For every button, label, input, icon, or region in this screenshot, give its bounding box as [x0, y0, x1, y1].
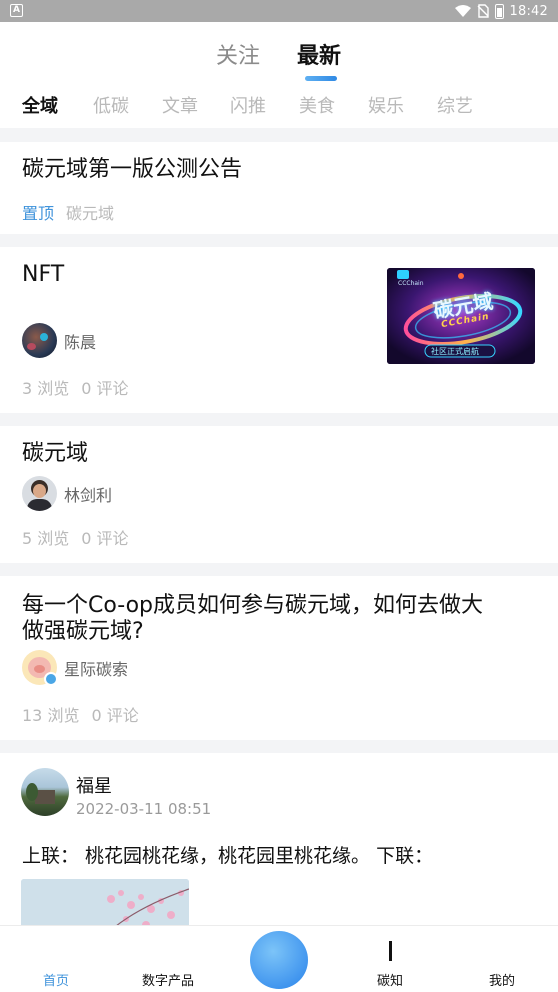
nav-carbon-knowledge[interactable]: 碳知	[377, 970, 403, 989]
category-tab-flash[interactable]: 闪推	[230, 92, 266, 118]
post-title-line-1[interactable]: 每一个Co-op成员如何参与碳元域，如何去做大	[22, 592, 483, 620]
no-sim-icon	[477, 4, 489, 18]
thumbnail-badge: 社区正式启航	[431, 347, 479, 356]
category-tab-variety[interactable]: 综艺	[437, 92, 473, 118]
avatar[interactable]	[22, 476, 57, 511]
avatar[interactable]	[21, 768, 69, 816]
text-cursor-icon	[389, 941, 392, 961]
app-notification-icon: A	[10, 4, 23, 17]
feed-item-fuxing[interactable]: 福星 2022-03-11 08:51 上联： 桃花园桃花缘，桃花园里桃花缘。 …	[0, 753, 558, 939]
author-name: 星际碳索	[64, 659, 129, 679]
post-source: 碳元域	[66, 204, 115, 223]
post-author[interactable]: 陈晨	[22, 323, 96, 358]
post-thumbnail[interactable]: CCChain 碳元域 CCChain 社区正式启航	[387, 268, 535, 364]
wifi-icon	[454, 5, 471, 17]
status-bar: A 18:42	[0, 0, 558, 22]
status-time: 18:42	[509, 3, 548, 19]
comment-count: 0 评论	[81, 529, 129, 548]
publish-button[interactable]	[250, 931, 308, 989]
category-tab-all[interactable]: 全域	[22, 92, 58, 118]
post-title[interactable]: NFT	[22, 261, 64, 289]
post-stats: 5 浏览 0 评论	[22, 525, 129, 549]
thumbnail-caption: CCChain	[398, 280, 424, 287]
view-count: 5 浏览	[22, 529, 70, 548]
category-tabs: 全域 低碳 文章 闪推 美食 娱乐 综艺	[0, 92, 558, 118]
feed-item-announcement[interactable]: 碳元域第一版公测公告 置顶 碳元域	[0, 142, 558, 234]
avatar[interactable]	[22, 650, 58, 686]
nav-me[interactable]: 我的	[489, 970, 515, 989]
pinned-badge: 置顶	[22, 204, 55, 223]
bottom-nav: 首页 数字产品 碳知 我的	[0, 925, 558, 992]
active-tab-indicator	[305, 76, 337, 81]
tab-follow[interactable]: 关注	[216, 38, 260, 70]
post-title-line-2[interactable]: 做强碳元域?	[22, 618, 144, 646]
post-title[interactable]: 碳元域	[22, 440, 88, 468]
feed-item-domain[interactable]: 碳元域 林剑利 5 浏览 0 评论	[0, 426, 558, 563]
category-tab-food[interactable]: 美食	[299, 92, 335, 118]
avatar[interactable]	[22, 323, 57, 358]
post-stats: 13 浏览 0 评论	[22, 702, 139, 726]
view-count: 13 浏览	[22, 706, 80, 725]
nav-home[interactable]: 首页	[43, 970, 69, 989]
comment-count: 0 评论	[91, 706, 139, 725]
category-tab-entertainment[interactable]: 娱乐	[368, 92, 404, 118]
post-text[interactable]: 上联： 桃花园桃花缘，桃花园里桃花缘。 下联：	[22, 841, 433, 868]
system-icons: 18:42	[454, 2, 548, 20]
feed-item-nft[interactable]: NFT 陈晨 3 浏览 0 评论 CCChain 碳元域 CCChain 社区正…	[0, 247, 558, 413]
post-author[interactable]: 林剑利	[22, 476, 112, 511]
author-name: 陈晨	[64, 332, 97, 352]
category-tab-low-carbon[interactable]: 低碳	[93, 92, 129, 118]
nav-digital-products[interactable]: 数字产品	[142, 970, 194, 989]
author-name[interactable]: 福星	[76, 772, 112, 798]
view-count: 3 浏览	[22, 379, 70, 398]
post-timestamp: 2022-03-11 08:51	[76, 800, 212, 818]
category-tab-articles[interactable]: 文章	[162, 92, 198, 118]
comment-count: 0 评论	[81, 379, 129, 398]
feed-header: 关注 最新 全域 低碳 文章 闪推 美食 娱乐 综艺	[0, 22, 558, 128]
post-title[interactable]: 碳元域第一版公测公告	[22, 156, 242, 184]
battery-icon	[494, 3, 504, 19]
author-name: 林剑利	[64, 485, 113, 505]
post-meta: 置顶 碳元域	[22, 200, 114, 224]
feed-item-coop[interactable]: 每一个Co-op成员如何参与碳元域，如何去做大 做强碳元域? 星际碳索 13 浏…	[0, 576, 558, 740]
tab-latest[interactable]: 最新	[297, 38, 341, 70]
post-stats: 3 浏览 0 评论	[22, 375, 129, 399]
post-author[interactable]: 星际碳索	[22, 650, 129, 686]
